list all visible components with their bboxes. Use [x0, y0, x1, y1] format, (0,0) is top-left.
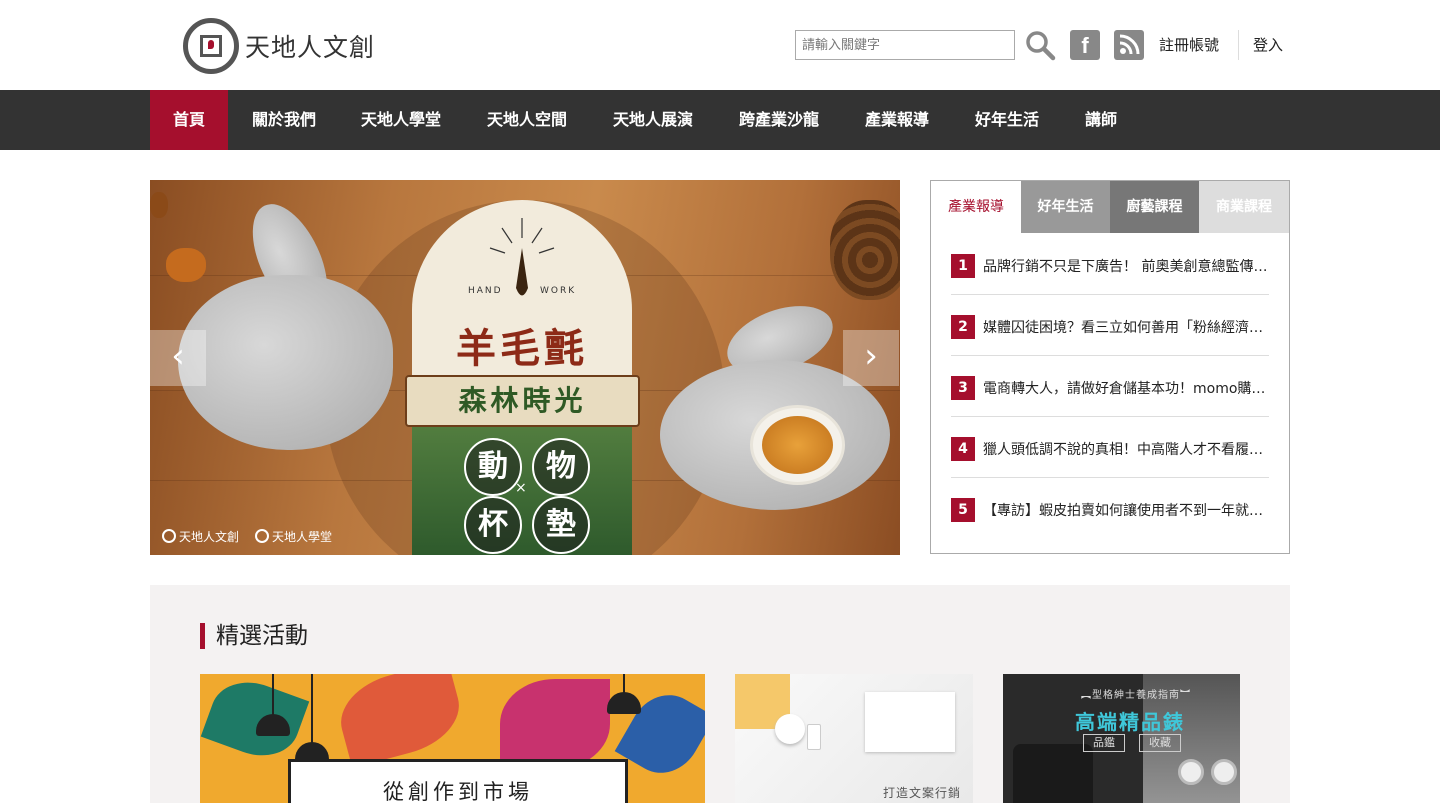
hero-ring-char: 動: [464, 438, 522, 496]
tab-industry-report[interactable]: 產業報導: [931, 181, 1021, 233]
coffee-cup-image: [775, 714, 805, 744]
hero-ring-char: 墊: [532, 496, 590, 554]
nav-item-academy[interactable]: 天地人學堂: [346, 90, 456, 150]
news-tab-panel: 產業報導 好年生活 廚藝課程 商業課程 1 品牌行銷不只是下廣告！ 前奧美創意總…: [930, 180, 1290, 554]
news-tabs: 產業報導 好年生活 廚藝課程 商業課程: [931, 181, 1289, 233]
hero-hand-label: HAND: [468, 286, 503, 296]
lamp-cord: [311, 674, 313, 744]
news-rank: 1: [951, 254, 975, 278]
lamp-cord: [623, 674, 625, 694]
suit-image: [1013, 744, 1093, 803]
watch-image: [1178, 759, 1204, 785]
nav-item-about[interactable]: 關於我們: [236, 90, 332, 150]
search-icon[interactable]: [1024, 29, 1056, 61]
login-link[interactable]: 登入: [1253, 34, 1283, 55]
lamp-icon: [607, 692, 641, 714]
nav-item-industry-report[interactable]: 產業報導: [850, 90, 944, 150]
news-title[interactable]: 【專訪】蝦皮拍賣如何讓使用者不到一年就突破百萬: [983, 500, 1273, 520]
leaf-decoration: [331, 674, 469, 769]
hero-work-label: WORK: [540, 286, 577, 296]
news-item[interactable]: 2 媒體囚徒困境？看三立如何善用「粉絲經濟」找到新出路: [951, 295, 1273, 356]
news-title[interactable]: 媒體囚徒困境？看三立如何善用「粉絲經濟」找到新出路: [983, 317, 1273, 337]
watch-image: [1211, 759, 1237, 785]
pinecone-image: [830, 200, 900, 300]
news-item[interactable]: 3 電商轉大人，請做好倉儲基本功！momo購物網物流長分享: [951, 356, 1273, 417]
event-card[interactable]: 打造文案行銷力: [735, 674, 973, 803]
leaf-decoration: [200, 674, 310, 768]
event-card[interactable]: ︻型格紳士養成指南︼ 高端精品錶 品鑑 收藏: [1003, 674, 1240, 803]
news-title[interactable]: 電商轉大人，請做好倉儲基本功！momo購物網物流長分享: [983, 378, 1273, 398]
main-nav: 首頁 關於我們 天地人學堂 天地人空間 天地人展演 跨產業沙龍 產業報導 好年生…: [0, 90, 1440, 150]
slider-next-button[interactable]: ›: [843, 330, 899, 386]
nav-item-salon[interactable]: 跨產業沙龍: [724, 90, 834, 150]
search-input[interactable]: [795, 30, 1015, 60]
logo-text: 天地人文創: [245, 33, 376, 62]
acorn-image: [166, 248, 206, 282]
section-title: 精選活動: [200, 623, 308, 649]
event-card-title: 高端精品錶: [1075, 710, 1185, 734]
tab-good-life[interactable]: 好年生活: [1021, 181, 1110, 233]
logo-mark-icon: [255, 529, 269, 543]
nav-item-space[interactable]: 天地人空間: [472, 90, 582, 150]
event-card-title: 從創作到市場: [288, 759, 628, 803]
event-card-tag: 品鑑: [1083, 734, 1125, 752]
rss-icon[interactable]: [1114, 30, 1144, 60]
tea-image: [762, 416, 833, 474]
nav-item-home[interactable]: 首頁: [150, 90, 228, 150]
facebook-icon[interactable]: f: [1070, 30, 1100, 60]
site-logo[interactable]: 天地人文創: [183, 18, 375, 74]
tab-cooking-course[interactable]: 廚藝課程: [1110, 181, 1199, 233]
news-rank: 5: [951, 498, 975, 522]
hero-subtitle: 森林時光: [405, 375, 640, 427]
event-card-tag: 收藏: [1139, 734, 1181, 752]
news-rank: 3: [951, 376, 975, 400]
hero-title: 羊毛氈: [456, 325, 588, 372]
felt-rabbit-image: [178, 275, 393, 450]
tab-business-course[interactable]: 商業課程: [1199, 181, 1289, 233]
hero-credit-2: 天地人學堂: [255, 528, 332, 545]
hero-ring-char: 物: [532, 438, 590, 496]
logo-mark-icon: [183, 18, 239, 74]
hero-credit-1: 天地人文創: [162, 528, 239, 545]
hero-slider[interactable]: 羊毛氈 動 物 杯 墊 × HAND WORK 森林時光 天地人文創 天地人學堂…: [150, 180, 900, 555]
leaf-decoration: [500, 679, 610, 769]
news-rank: 2: [951, 315, 975, 339]
news-rank: 4: [951, 437, 975, 461]
nav-item-good-life[interactable]: 好年生活: [960, 90, 1054, 150]
event-card-subtitle: ︻型格紳士養成指南︼: [1081, 690, 1191, 701]
hero-cross: ×: [515, 480, 527, 496]
header-divider: [1238, 30, 1239, 60]
acorn-image: [150, 192, 168, 218]
featured-events-section: 精選活動 從創作到市場 打造文案行銷力 ︻型格紳士養成指南︼ 高端精品錶 品鑑 …: [150, 585, 1290, 803]
phone-image: [807, 724, 821, 750]
lamp-cord: [272, 674, 274, 716]
notebook-image: [865, 692, 955, 752]
site-header: 天地人文創 f 註冊帳號 登入: [0, 0, 1440, 90]
event-card-title: 打造文案行銷力: [883, 786, 962, 800]
hero-ring-char: 杯: [464, 496, 522, 554]
news-title[interactable]: 品牌行銷不只是下廣告！ 前奧美創意總監傳授品牌經營之道: [983, 256, 1273, 276]
news-item[interactable]: 4 獵人頭低調不說的真相！中高階人才不看履歷看什麼: [951, 417, 1273, 478]
news-item[interactable]: 5 【專訪】蝦皮拍賣如何讓使用者不到一年就突破百萬: [951, 478, 1273, 539]
news-item[interactable]: 1 品牌行銷不只是下廣告！ 前奧美創意總監傳授品牌經營之道: [951, 234, 1273, 295]
nav-item-lecturer[interactable]: 講師: [1070, 90, 1132, 150]
slider-prev-button[interactable]: ‹: [150, 330, 206, 386]
event-card[interactable]: 從創作到市場: [200, 674, 705, 803]
nav-item-performance[interactable]: 天地人展演: [598, 90, 708, 150]
news-title[interactable]: 獵人頭低調不說的真相！中高階人才不看履歷看什麼: [983, 439, 1273, 459]
logo-mark-icon: [162, 529, 176, 543]
register-link[interactable]: 註冊帳號: [1159, 34, 1219, 55]
